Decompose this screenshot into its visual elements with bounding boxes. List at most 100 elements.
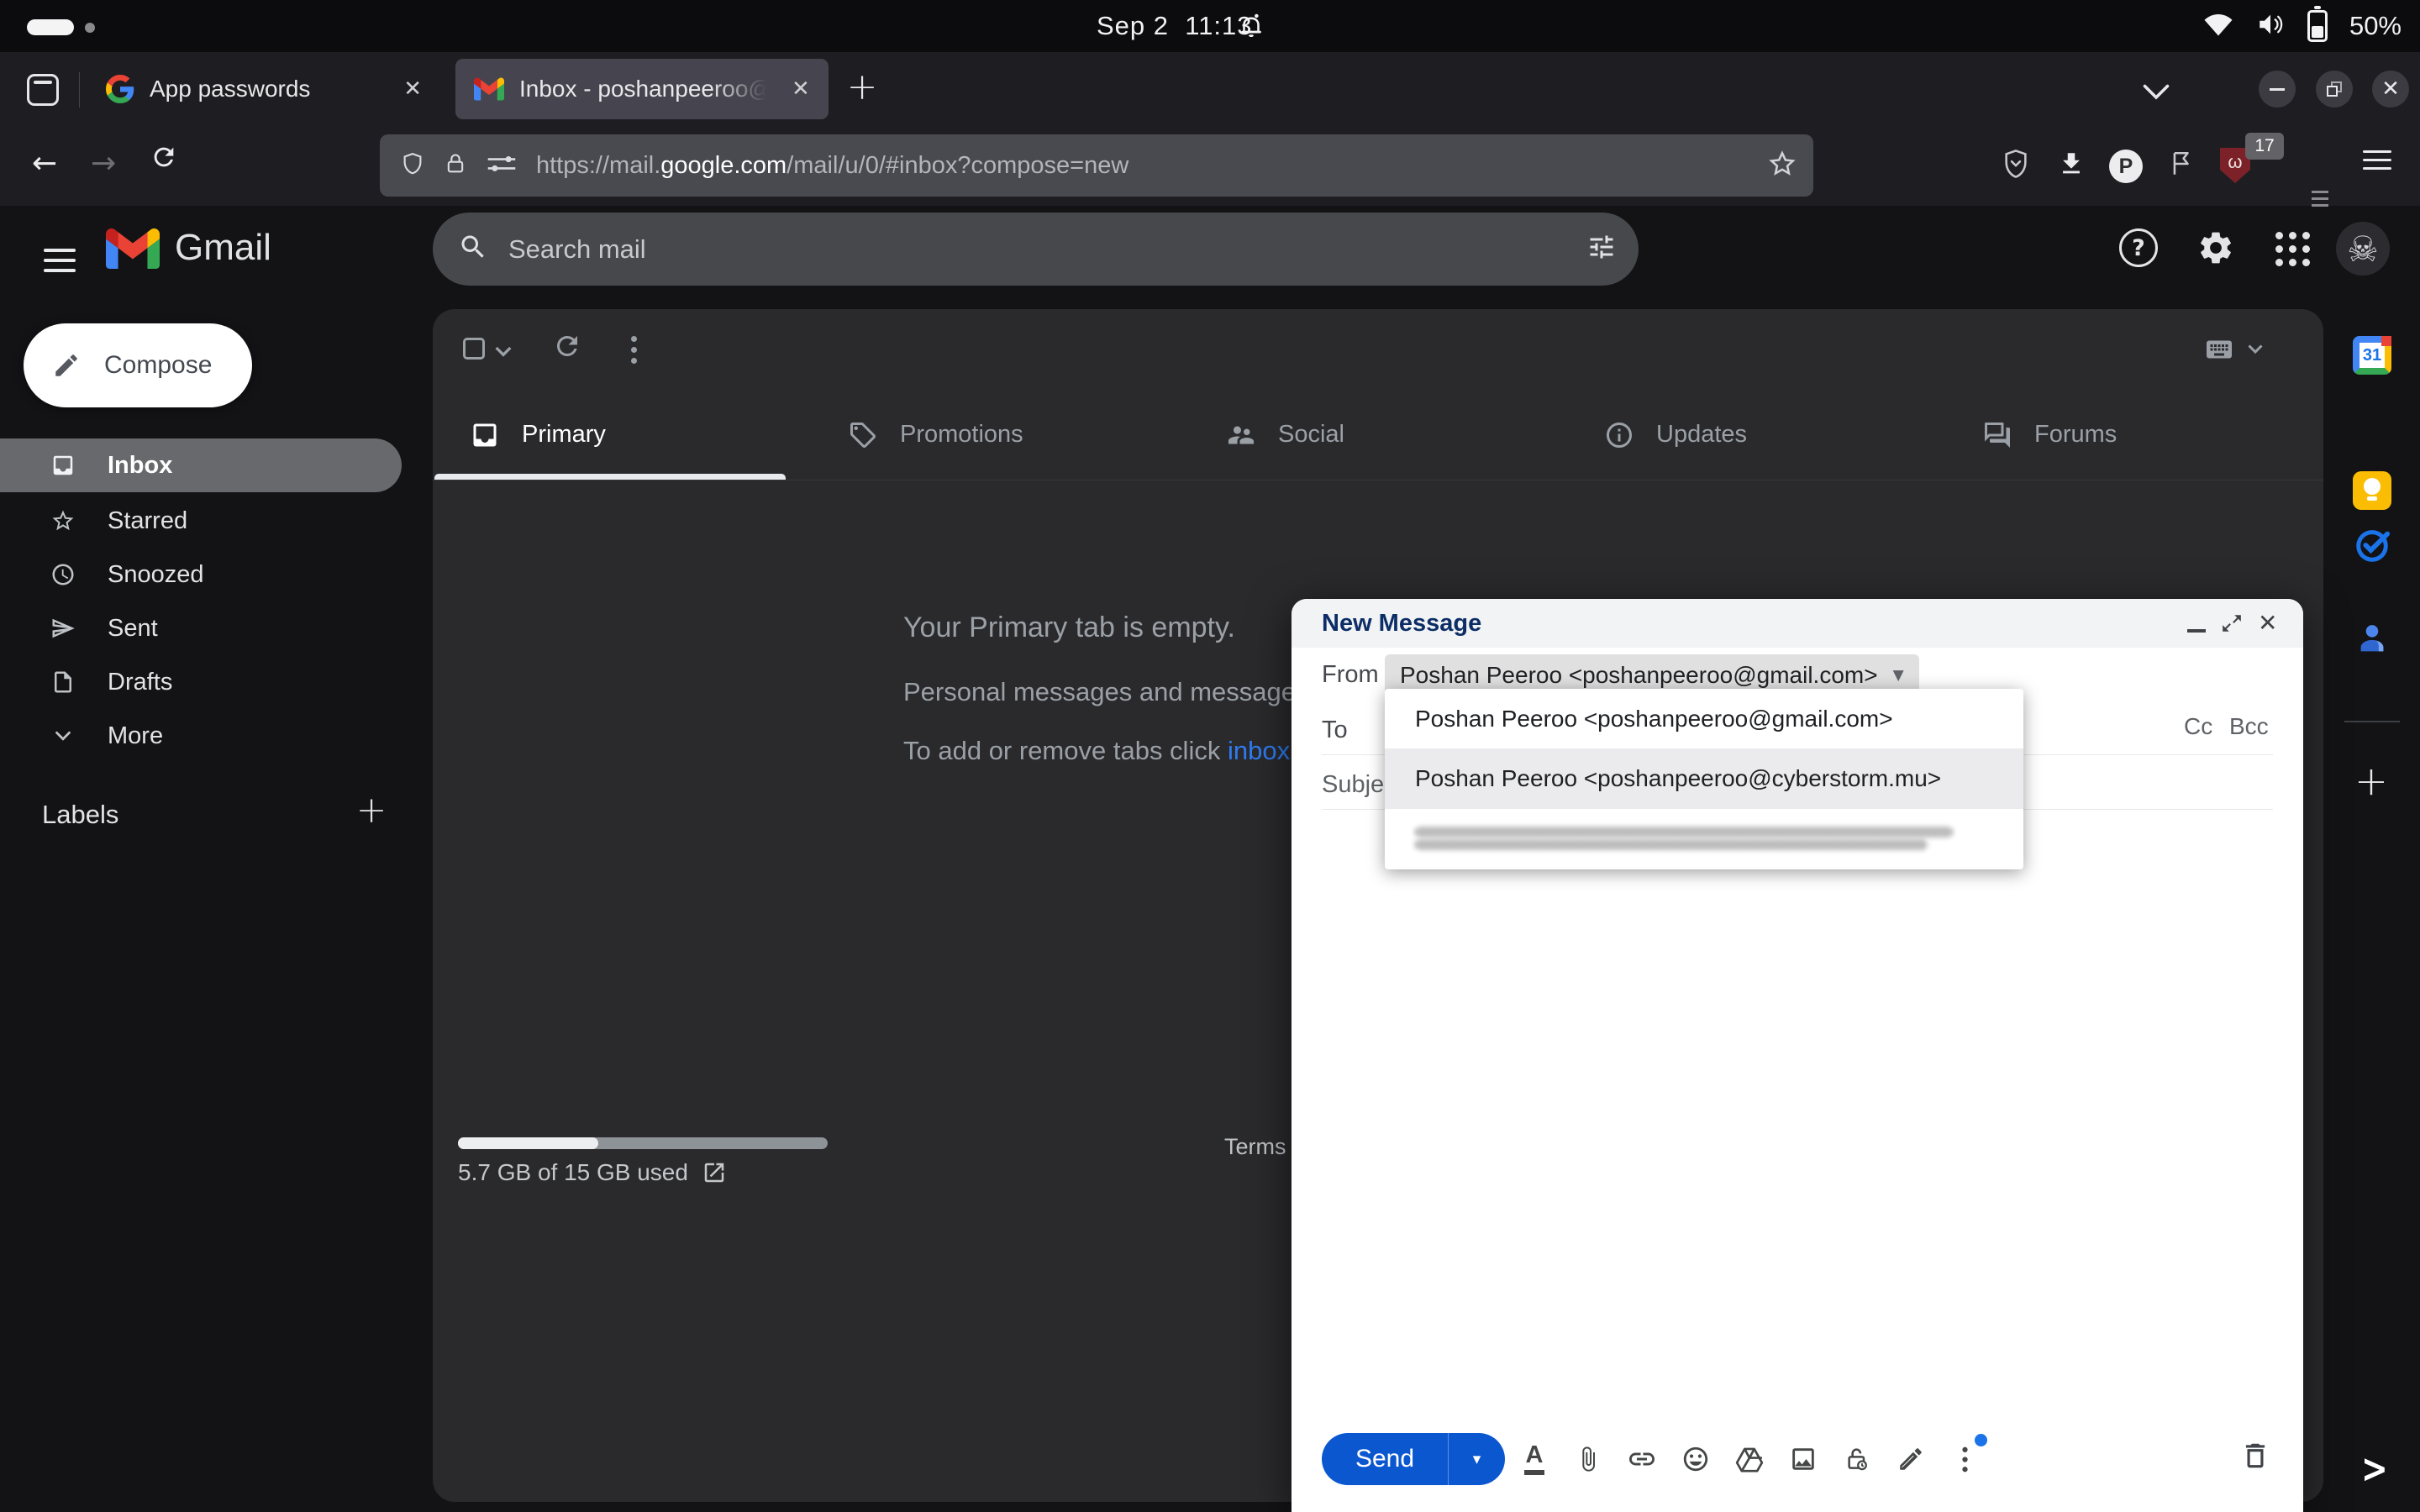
empty-state-title: Your Primary tab is empty. [903, 612, 1235, 644]
google-apps-grid-icon[interactable] [2275, 232, 2311, 267]
confidential-mode-icon[interactable] [1838, 1436, 1876, 1483]
permissions-icon[interactable] [486, 151, 518, 181]
profile-avatar-button[interactable]: P [2109, 150, 2143, 183]
select-dropdown-caret[interactable] [495, 346, 512, 362]
window-minimize-button[interactable] [2259, 71, 2296, 108]
from-option-gmail[interactable]: Poshan Peeroo <poshanpeeroo@gmail.com> [1385, 689, 2023, 748]
sidebar-item-starred[interactable]: Starred [0, 494, 402, 548]
minimize-icon [2270, 88, 2285, 91]
back-button[interactable]: ← [32, 146, 57, 181]
from-option-redacted[interactable] [1385, 809, 2023, 869]
discard-draft-icon[interactable] [2239, 1437, 2271, 1478]
forward-button[interactable]: → [91, 146, 116, 181]
system-clock[interactable]: Sep 2 11:13 [1097, 11, 1253, 41]
workspace-dot[interactable] [85, 23, 95, 33]
labels-header: Labels [42, 800, 118, 830]
new-tab-button[interactable]: + [844, 71, 881, 108]
browser-tab-inbox-active[interactable]: Inbox - poshanpeeroo@g ✕ [455, 59, 829, 119]
google-favicon [106, 75, 134, 103]
notification-bell-icon[interactable] [1237, 12, 1265, 45]
insert-photo-icon[interactable] [1784, 1436, 1823, 1483]
terms-link[interactable]: Terms · [1224, 1134, 1300, 1160]
url-toolbar: ← → https://mail.google.com/mail/u/0/#in… [0, 126, 2420, 206]
sidebar-item-snoozed[interactable]: Snoozed [0, 548, 402, 601]
tracking-shield-icon[interactable] [400, 150, 425, 182]
send-button[interactable]: Send [1322, 1445, 1448, 1473]
inbox-icon [50, 453, 76, 478]
compose-title: New Message [1322, 610, 1481, 638]
window-restore-button[interactable] [2316, 71, 2353, 108]
signature-pen-icon[interactable] [1891, 1436, 1930, 1483]
bcc-button[interactable]: Bcc [2229, 713, 2269, 740]
settings-gear-icon[interactable] [2196, 228, 2235, 271]
sidebar-item-inbox[interactable]: Inbox [0, 438, 402, 492]
firefox-view-icon[interactable] [27, 74, 59, 106]
tab-list-chevron-icon[interactable] [2141, 82, 2171, 107]
tab-title: Inbox - poshanpeeroo@g [519, 76, 771, 102]
downloads-icon[interactable] [2057, 148, 2086, 184]
to-label: To [1322, 717, 1348, 744]
forum-chat-icon [1982, 420, 2012, 450]
menu-hamburger-icon[interactable] [2363, 144, 2391, 176]
compose-header[interactable]: New Message ✕ [1292, 599, 2303, 648]
url-domain: google.com [660, 152, 786, 179]
insert-link-icon[interactable] [1623, 1436, 1661, 1483]
tab-primary[interactable]: Primary [433, 390, 811, 480]
search-icon[interactable] [458, 232, 488, 266]
gmail-search-bar[interactable]: Search mail [433, 213, 1639, 286]
sidebar-item-label: Snoozed [108, 561, 204, 589]
help-icon[interactable]: ? [2119, 228, 2158, 267]
drive-icon[interactable] [1730, 1436, 1769, 1483]
tab-close-icon[interactable]: ✕ [792, 76, 810, 102]
add-label-button[interactable]: + [350, 788, 393, 832]
sidebar-item-more[interactable]: More [0, 709, 402, 763]
tab-promotions[interactable]: Promotions [811, 390, 1189, 480]
account-avatar[interactable]: ☠ [2336, 222, 2390, 276]
get-addons-button[interactable]: + [2348, 758, 2395, 805]
contacts-icon[interactable] [2353, 619, 2391, 658]
sidebar-item-sent[interactable]: Sent [0, 601, 402, 655]
from-option-cyberstorm[interactable]: Poshan Peeroo <poshanpeeroo@cyberstorm.m… [1385, 748, 2023, 809]
tab-updates[interactable]: Updates [1567, 390, 1945, 480]
browser-tab-app-passwords[interactable]: App passwords ✕ [87, 59, 440, 119]
extension-icon[interactable] [2166, 148, 2195, 184]
workspace-pill[interactable] [27, 19, 74, 35]
tab-close-icon[interactable]: ✕ [403, 76, 422, 102]
search-filters-icon[interactable] [1586, 232, 1617, 266]
lock-icon[interactable] [444, 150, 467, 181]
more-options-icon[interactable] [1945, 1436, 1984, 1483]
gmail-menu-hamburger[interactable] [44, 242, 76, 279]
input-tools-keyboard-icon[interactable] [2201, 334, 2263, 365]
refresh-icon[interactable] [552, 331, 582, 365]
tab-forums[interactable]: Forums [1945, 390, 2323, 480]
compose-button[interactable]: Compose [24, 323, 252, 407]
more-options-icon[interactable] [631, 331, 637, 369]
cc-button[interactable]: Cc [2184, 713, 2212, 740]
sidebar-item-drafts[interactable]: Drafts [0, 655, 402, 709]
popout-icon[interactable] [2221, 612, 2243, 638]
address-bar[interactable]: https://mail.google.com/mail/u/0/#inbox?… [380, 134, 1813, 197]
search-input[interactable]: Search mail [508, 234, 1566, 265]
storage-progress-bar [458, 1137, 828, 1149]
tab-social[interactable]: Social [1189, 390, 1567, 480]
tasks-icon[interactable] [2353, 525, 2391, 564]
battery-icon[interactable] [2307, 10, 2328, 42]
volume-icon[interactable] [2255, 10, 2286, 43]
side-panel-chevron[interactable]: > [2361, 1446, 2388, 1492]
close-icon[interactable]: ✕ [2258, 609, 2277, 637]
formatting-icon[interactable]: A [1515, 1436, 1554, 1483]
bookmark-star-icon[interactable] [1768, 150, 1797, 182]
calendar-icon[interactable]: 31 [2353, 336, 2391, 375]
pocket-icon[interactable] [2002, 148, 2030, 184]
reload-button[interactable] [150, 143, 178, 179]
minimize-icon[interactable] [2187, 629, 2206, 633]
window-close-button[interactable]: ✕ [2372, 71, 2409, 108]
attach-file-icon[interactable] [1569, 1436, 1607, 1483]
insert-emoji-icon[interactable] [1676, 1436, 1715, 1483]
storage-usage-label: 5.7 GB of 15 GB used [458, 1159, 688, 1186]
send-options-caret[interactable]: ▾ [1449, 1450, 1505, 1468]
external-link-icon[interactable] [702, 1160, 727, 1185]
keep-icon[interactable] [2353, 471, 2391, 510]
select-all-checkbox[interactable] [463, 338, 485, 360]
wifi-icon[interactable] [2203, 12, 2233, 41]
